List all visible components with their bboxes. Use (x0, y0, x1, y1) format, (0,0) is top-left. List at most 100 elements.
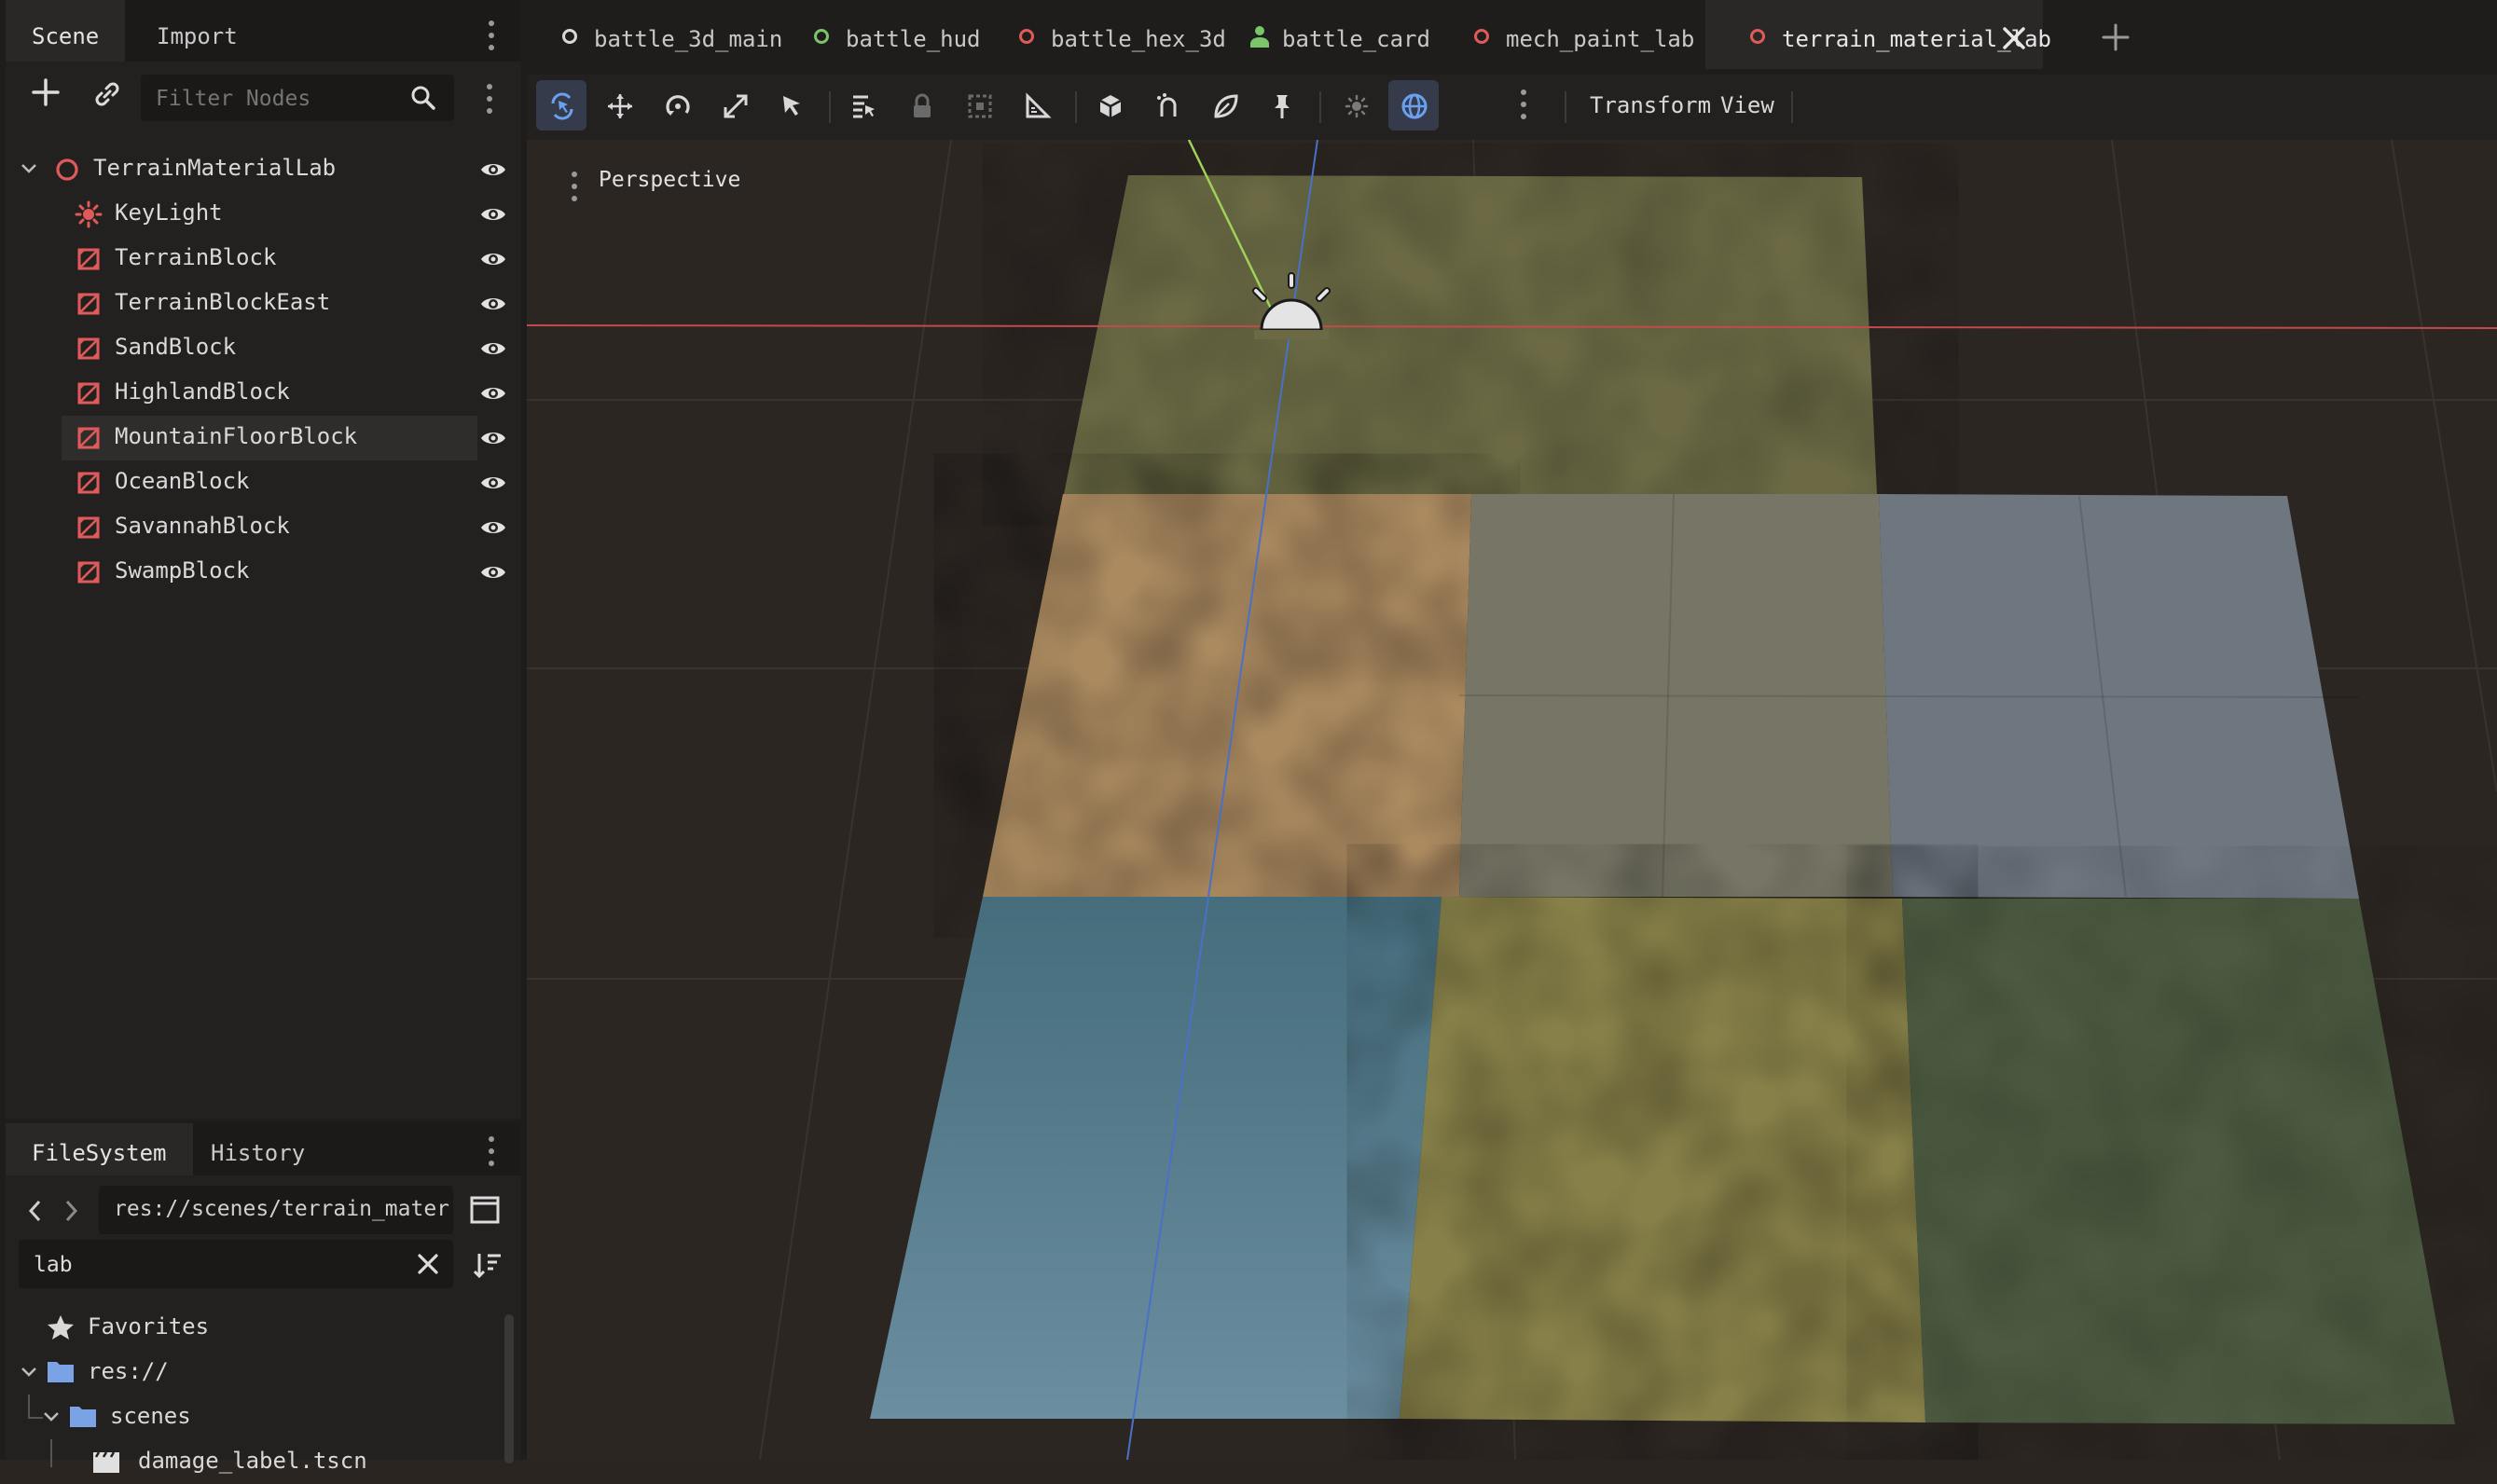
path-field[interactable]: res://scenes/terrain_materia (99, 1186, 453, 1234)
chevron-down-icon[interactable] (21, 162, 37, 175)
visibility-eye-icon[interactable] (479, 427, 507, 449)
control-scene-icon (1250, 26, 1269, 48)
editor-tab-mech-paint-lab[interactable]: mech_paint_lab (1439, 0, 1694, 69)
tree-item-terrainblock[interactable]: TerrainBlock (6, 237, 521, 282)
split-view-icon[interactable] (469, 1195, 501, 1225)
fs-item-res[interactable]: res:// (6, 1350, 509, 1395)
tab-filesystem[interactable]: FileSystem (6, 1123, 193, 1175)
sun-icon (1345, 94, 1369, 118)
pin-button[interactable] (1256, 80, 1306, 131)
tree-item-keylight[interactable]: KeyLight (6, 192, 521, 237)
file-search-input[interactable] (32, 1245, 390, 1285)
local-space-button[interactable] (1084, 80, 1135, 131)
lock-button[interactable] (896, 80, 946, 131)
scene-dock-menu-icon[interactable] (489, 21, 496, 57)
tree-item-label: SavannahBlock (115, 513, 290, 539)
visibility-eye-icon[interactable] (479, 516, 507, 539)
editor-tab-label: battle_card (1282, 26, 1430, 52)
plus-icon (32, 78, 60, 106)
add-node-button[interactable] (24, 76, 67, 119)
filesystem-dock-menu-icon[interactable] (489, 1136, 496, 1173)
node3d-icon (56, 158, 78, 181)
move-arrows-icon (608, 94, 632, 118)
visibility-eye-icon[interactable] (479, 561, 507, 584)
fs-item-scenes[interactable]: scenes (6, 1395, 509, 1439)
filesystem-scrollbar[interactable] (504, 1314, 514, 1463)
editor-tab-battle-hex-3d[interactable]: battle_hex_3d (984, 0, 1226, 69)
cube-icon (1099, 95, 1122, 117)
editor-tab-battle-card[interactable]: battle_card (1215, 0, 1439, 69)
visibility-eye-icon[interactable] (479, 293, 507, 315)
ocean-block-mesh[interactable] (870, 897, 1442, 1419)
tree-item-mountainfloorblock[interactable]: MountainFloorBlock (6, 416, 521, 460)
tab-history[interactable]: History (185, 1123, 331, 1175)
scale-mode-button[interactable] (710, 80, 760, 131)
scene-root-icon (814, 29, 829, 44)
rotate-mode-button[interactable] (652, 80, 702, 131)
tree-item-sandblock[interactable]: SandBlock (6, 326, 521, 371)
tree-item-terrainblockeast[interactable]: TerrainBlockEast (6, 282, 521, 326)
editor-tab-battle-3d-main[interactable]: battle_3d_main (527, 0, 783, 69)
snap-button[interactable] (1142, 80, 1193, 131)
folder-icon (48, 1362, 74, 1382)
group-select-button[interactable] (838, 80, 889, 131)
scene-root-icon (1750, 29, 1765, 44)
visibility-eye-icon[interactable] (479, 158, 507, 181)
search-icon (411, 86, 435, 110)
tree-item-label: SandBlock (115, 334, 237, 360)
view-menu[interactable]: View (1720, 92, 1774, 118)
file-search-field[interactable] (19, 1240, 453, 1288)
filter-nodes-input[interactable] (154, 79, 391, 118)
visibility-eye-icon[interactable] (479, 248, 507, 270)
path-value: res://scenes/terrain_materia (114, 1197, 449, 1221)
back-arrow-icon[interactable] (26, 1198, 45, 1224)
visibility-eye-icon[interactable] (479, 382, 507, 405)
fs-item-favorites[interactable]: Favorites (6, 1305, 509, 1350)
list-select-button[interactable] (766, 80, 816, 131)
fs-item-damage-label[interactable]: damage_label.tscn (6, 1439, 509, 1484)
preview-sun-button[interactable] (1331, 80, 1381, 131)
forward-arrow-icon[interactable] (62, 1198, 80, 1224)
chevron-down-icon[interactable] (43, 1410, 60, 1423)
visibility-eye-icon[interactable] (479, 337, 507, 360)
filter-nodes-field[interactable] (141, 75, 454, 121)
group-button[interactable] (954, 80, 1004, 131)
tab-import[interactable]: Import (131, 0, 264, 62)
perspective-menu[interactable]: Perspective (599, 168, 740, 192)
chevron-down-icon[interactable] (21, 1366, 37, 1379)
add-tab-icon[interactable] (2101, 22, 2131, 52)
select-mode-button[interactable] (536, 80, 586, 131)
select-mode-icon (551, 92, 573, 120)
tree-item-savannahblock[interactable]: SavannahBlock (6, 505, 521, 550)
paint-button[interactable] (1200, 80, 1250, 131)
toolbar-more-icon[interactable] (1521, 89, 1528, 126)
transform-menu[interactable]: Transform (1590, 92, 1711, 118)
3d-viewport[interactable]: Perspective (527, 140, 2497, 1460)
editor-tab-terrain-material-lab[interactable]: terrain_material_lab (1705, 0, 2051, 69)
tab-scene[interactable]: Scene (6, 0, 126, 62)
preview-environment-button[interactable] (1388, 80, 1439, 131)
tree-item-oceanblock[interactable]: OceanBlock (6, 460, 521, 505)
close-icon[interactable] (2002, 26, 2026, 50)
clear-icon[interactable] (416, 1252, 440, 1276)
tree-item-swampblock[interactable]: SwampBlock (6, 550, 521, 595)
visibility-eye-icon[interactable] (479, 203, 507, 226)
tree-item-label: MountainFloorBlock (115, 423, 358, 449)
fs-item-label: Favorites (88, 1313, 210, 1340)
scene-tree-menu-icon[interactable] (487, 84, 494, 120)
editor-tab-battle-hud[interactable]: battle_hud (779, 0, 984, 69)
toolbar-separator (1791, 91, 1793, 123)
tree-item-label: TerrainMaterialLab (93, 155, 337, 181)
ruler-button[interactable] (1012, 80, 1062, 131)
instance-scene-button[interactable] (86, 78, 129, 121)
move-mode-button[interactable] (594, 80, 644, 131)
tree-item-terrainmateriallab[interactable]: TerrainMaterialLab (6, 147, 521, 192)
tree-item-highlandblock[interactable]: HighlandBlock (6, 371, 521, 416)
toolbar-separator (1075, 91, 1077, 123)
sort-icon[interactable] (472, 1250, 504, 1280)
scale-icon (724, 94, 748, 118)
visibility-eye-icon[interactable] (479, 472, 507, 494)
editor-tab-label: battle_3d_main (594, 26, 783, 52)
editor-tabs-bar: battle_3d_main battle_hud battle_hex_3d … (527, 0, 2497, 75)
viewport-menu-icon[interactable] (572, 172, 579, 208)
